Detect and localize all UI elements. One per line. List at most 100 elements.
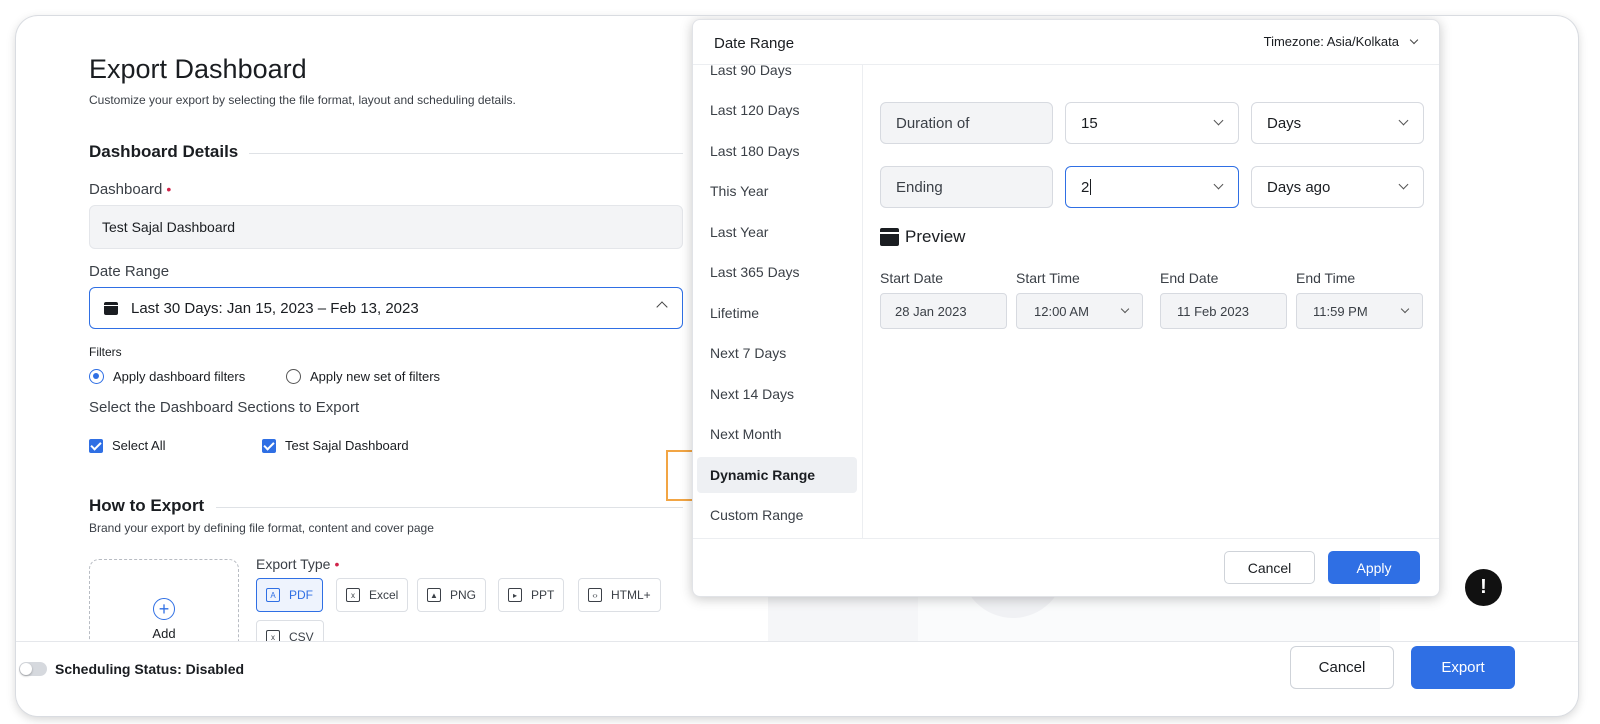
chevron-down-icon: [1398, 115, 1409, 126]
code-icon: ‹›: [588, 588, 602, 602]
preset-next-month[interactable]: Next Month: [697, 416, 857, 452]
chevron-down-icon: [1398, 179, 1409, 190]
how-to-export-subtitle: Brand your export by defining file forma…: [89, 521, 434, 535]
export-type-label-text: Excel: [369, 588, 399, 602]
filter-option-label: Apply dashboard filters: [113, 369, 246, 384]
page-title: Export Dashboard: [89, 54, 307, 84]
export-type-pdf[interactable]: A PDF: [256, 578, 323, 612]
ending-value-input[interactable]: 2: [1065, 166, 1239, 208]
checkbox-checked-icon[interactable]: [89, 438, 103, 453]
preset-last-180-days[interactable]: Last 180 Days: [697, 133, 857, 169]
plus-circle-icon: +: [153, 598, 175, 620]
chevron-down-icon: [1213, 179, 1224, 190]
export-type-excel[interactable]: x Excel: [336, 578, 409, 612]
date-range-value: Last 30 Days: Jan 15, 2023 – Feb 13, 202…: [131, 299, 419, 317]
preset-lifetime[interactable]: Lifetime: [697, 295, 857, 331]
date-range-label: Date Range: [89, 263, 170, 280]
how-to-export-heading: How to Export: [89, 496, 205, 515]
section-label: Select All: [112, 438, 166, 453]
divider: [693, 538, 1439, 539]
section-divider: [216, 507, 683, 508]
calendar-icon: [104, 301, 118, 315]
duration-value-select[interactable]: 15: [1065, 102, 1239, 144]
dashboard-label: Dashboard •: [89, 181, 172, 198]
preset-last-90-days[interactable]: Last 90 Days: [697, 64, 857, 88]
preview-heading: Preview: [880, 227, 965, 247]
add-label: Add: [152, 626, 176, 641]
ending-label-field: Ending: [880, 166, 1053, 208]
section-divider: [249, 153, 683, 154]
chevron-down-icon: [1400, 304, 1410, 314]
radio-icon[interactable]: [286, 369, 301, 384]
preset-last-year[interactable]: Last Year: [697, 214, 857, 250]
popup-cancel-button[interactable]: Cancel: [1224, 551, 1315, 584]
start-date-label: Start Date: [880, 270, 944, 286]
text-cursor: [1090, 179, 1092, 195]
export-button[interactable]: Export: [1411, 646, 1515, 689]
end-time-label: End Time: [1296, 270, 1356, 286]
export-type-ppt[interactable]: ▸ PPT: [498, 578, 565, 612]
preset-this-year[interactable]: This Year: [697, 173, 857, 209]
calendar-icon: [880, 228, 899, 246]
popup-title: Date Range: [714, 35, 795, 52]
pdf-icon: A: [266, 588, 280, 602]
checkbox-checked-icon[interactable]: [262, 438, 276, 453]
start-time-label: Start Time: [1016, 270, 1080, 286]
start-time-value: 12:00 AM: [1034, 303, 1089, 319]
page-subtitle: Customize your export by selecting the f…: [89, 93, 516, 107]
preset-custom-range[interactable]: Custom Range: [697, 497, 857, 533]
export-type-label-text: PPT: [531, 588, 555, 602]
export-type-png[interactable]: ▲ PNG: [417, 578, 487, 612]
preview-heading-text: Preview: [905, 227, 966, 246]
export-type-label: Export Type •: [256, 556, 340, 572]
preset-next-14-days[interactable]: Next 14 Days: [697, 376, 857, 412]
filter-option-label: Apply new set of filters: [310, 369, 441, 384]
duration-unit-select[interactable]: Days: [1251, 102, 1424, 144]
sections-label: Select the Dashboard Sections to Export: [89, 399, 360, 416]
chevron-up-icon: [656, 301, 668, 313]
section-select-all[interactable]: Select All: [89, 438, 165, 453]
footer-bar: Scheduling Status: Disabled Cancel Expor…: [16, 641, 1578, 716]
export-type-label-text: PDF: [289, 588, 313, 602]
ending-unit-select[interactable]: Days ago: [1251, 166, 1424, 208]
start-time-select: 12:00 AM: [1016, 293, 1143, 329]
duration-value: 15: [1081, 114, 1098, 132]
duration-label-field: Duration of: [880, 102, 1053, 144]
end-date-field: 11 Feb 2023: [1160, 293, 1287, 329]
preset-last-120-days[interactable]: Last 120 Days: [697, 92, 857, 128]
chevron-down-icon: [1409, 35, 1419, 45]
preset-next-7-days[interactable]: Next 7 Days: [697, 335, 857, 371]
filters-label: Filters: [89, 345, 122, 359]
export-type-html[interactable]: ‹› HTML+: [578, 578, 661, 612]
chevron-down-icon: [1213, 115, 1224, 126]
required-indicator: •: [166, 181, 172, 197]
dashboard-details-heading: Dashboard Details: [89, 142, 239, 161]
timezone-select[interactable]: Timezone: Asia/Kolkata: [1263, 34, 1419, 49]
dashboard-select[interactable]: Test Sajal Dashboard: [89, 205, 683, 249]
scheduling-status: Scheduling Status: Disabled: [55, 661, 245, 677]
preset-last-365-days[interactable]: Last 365 Days: [697, 254, 857, 290]
export-type-label-text: PNG: [450, 588, 477, 602]
filter-option-dashboard[interactable]: Apply dashboard filters: [89, 369, 245, 384]
date-range-select[interactable]: Last 30 Days: Jan 15, 2023 – Feb 13, 202…: [89, 287, 683, 329]
excel-icon: x: [346, 588, 360, 602]
timezone-value: Timezone: Asia/Kolkata: [1263, 34, 1399, 49]
scheduling-toggle[interactable]: [19, 662, 47, 676]
alert-icon[interactable]: !: [1465, 569, 1502, 606]
section-label: Test Sajal Dashboard: [285, 438, 409, 453]
ending-unit: Days ago: [1267, 178, 1331, 196]
duration-unit: Days: [1267, 114, 1302, 132]
export-type-label-text: HTML+: [611, 588, 651, 602]
chevron-down-icon: [1120, 304, 1130, 314]
preset-dynamic-range[interactable]: Dynamic Range: [697, 457, 857, 493]
end-time-select: 11:59 PM: [1296, 293, 1423, 329]
preset-list: Last 90 Days Last 120 Days Last 180 Days…: [693, 64, 863, 538]
image-icon: ▲: [427, 588, 441, 602]
popup-apply-button[interactable]: Apply: [1328, 551, 1420, 584]
export-dashboard-window: Export Dashboard Customize your export b…: [16, 16, 1578, 716]
radio-selected-icon[interactable]: [89, 369, 104, 384]
filter-option-new[interactable]: Apply new set of filters: [286, 369, 440, 384]
required-indicator: •: [334, 556, 340, 572]
section-test-sajal-dashboard[interactable]: Test Sajal Dashboard: [262, 438, 409, 453]
cancel-button[interactable]: Cancel: [1290, 646, 1394, 689]
